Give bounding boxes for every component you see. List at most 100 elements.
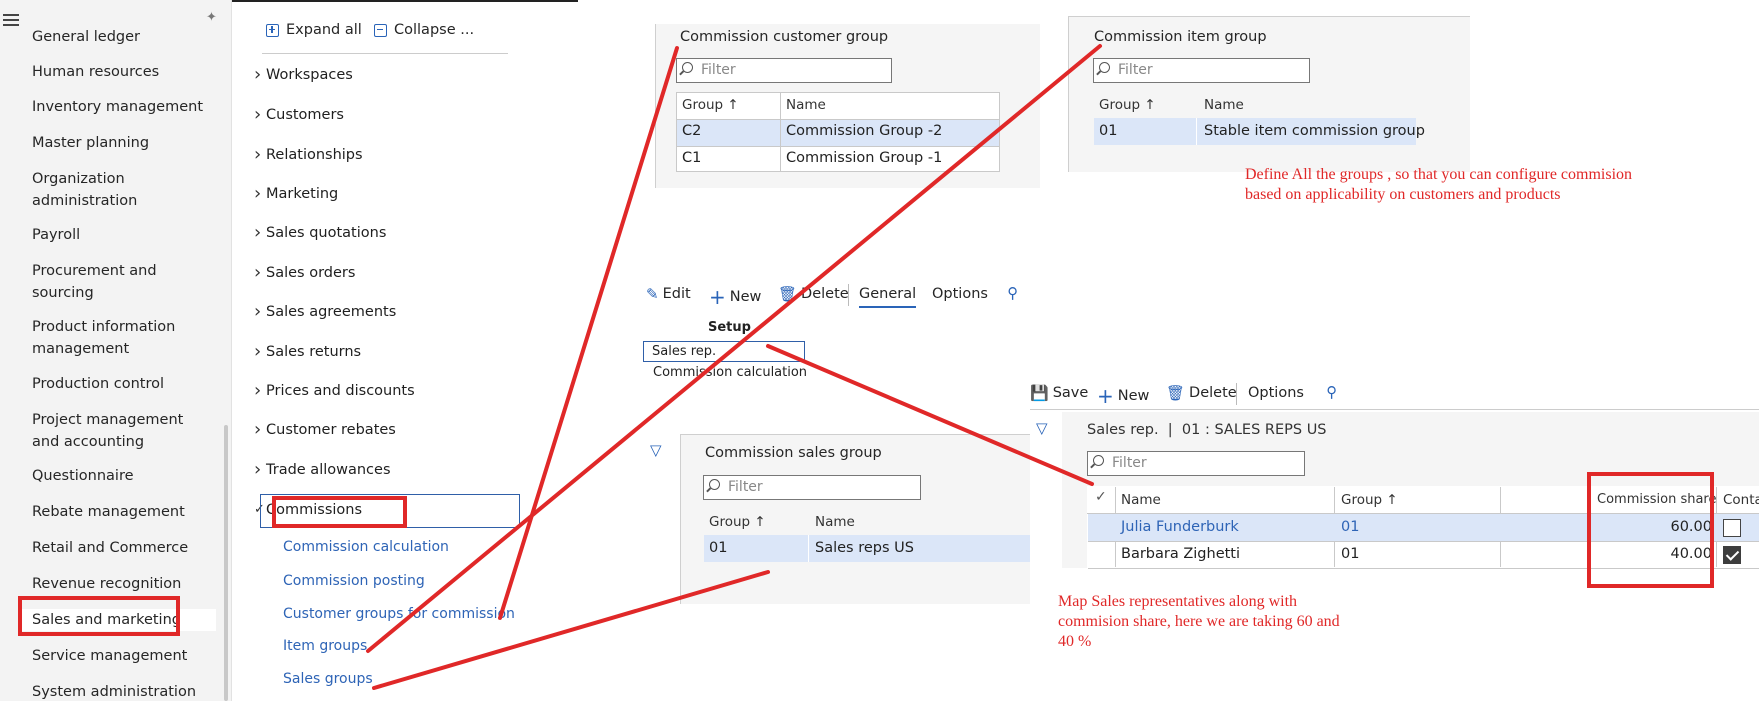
module-menu-item[interactable]: › Relationships bbox=[254, 143, 363, 167]
delete-button[interactable]: 🗑 Delete bbox=[1166, 384, 1237, 402]
panel-border bbox=[655, 24, 656, 188]
trash-icon: 🗑 bbox=[778, 285, 798, 303]
module-menu-item[interactable]: › Sales returns bbox=[254, 340, 362, 364]
nav-scrollbar[interactable] bbox=[224, 425, 228, 701]
module-menu-item[interactable]: › Sales agreements bbox=[254, 300, 396, 324]
sidebar-item[interactable]: Payroll bbox=[32, 224, 204, 246]
sidebar-item[interactable]: Production control bbox=[32, 373, 204, 395]
pencil-icon: ✎ bbox=[646, 285, 659, 303]
module-menu-item[interactable]: › Sales quotations bbox=[254, 221, 387, 245]
contact-checkbox[interactable] bbox=[1723, 546, 1741, 564]
save-button[interactable]: 💾 Save bbox=[1030, 384, 1088, 402]
collapse-all-button[interactable]: Collapse ... bbox=[374, 22, 474, 38]
module-menu-label: Sales quotations bbox=[266, 225, 387, 241]
panel-border bbox=[1068, 16, 1470, 17]
col-header-name[interactable]: Name bbox=[1204, 97, 1244, 113]
module-menu-label: Sales returns bbox=[266, 344, 362, 360]
commissions-submenu-link[interactable]: Commission calculation bbox=[283, 537, 449, 557]
sidebar-item[interactable]: Human resources bbox=[32, 61, 204, 83]
sidebar-item[interactable]: System administration bbox=[32, 681, 204, 703]
search-icon bbox=[1099, 62, 1110, 73]
module-menu-item[interactable]: › Customers bbox=[254, 103, 344, 127]
sales-rep-menu-item[interactable]: Sales rep. bbox=[643, 341, 805, 362]
sales-rep-caption: Sales rep. | 01 : SALES REPS US bbox=[1087, 422, 1327, 438]
name-cell[interactable]: Julia Funderburk bbox=[1121, 519, 1239, 535]
group-cell: 01 bbox=[1099, 123, 1118, 139]
commissions-submenu-link[interactable]: Customer groups for commission bbox=[283, 604, 515, 624]
commissions-submenu-link[interactable]: Commission posting bbox=[283, 571, 425, 591]
col-header-group[interactable]: Group ↑ bbox=[1341, 492, 1398, 508]
search-icon bbox=[682, 62, 693, 73]
commission-calculation-menu-item[interactable]: Commission calculation bbox=[653, 365, 807, 380]
sales-group-filter[interactable]: Filter bbox=[703, 475, 921, 500]
group-cell: C2 bbox=[682, 123, 702, 139]
name-cell[interactable]: Barbara Zighetti bbox=[1121, 546, 1240, 562]
search-icon[interactable]: ⚲ bbox=[1326, 383, 1337, 401]
col-header-group[interactable]: Group ↑ bbox=[682, 97, 739, 113]
group-cell: C1 bbox=[682, 150, 702, 166]
plus-icon: + bbox=[709, 285, 726, 309]
expand-all-button[interactable]: Expand all bbox=[266, 22, 362, 38]
sidebar-item[interactable]: Retail and Commerce bbox=[32, 537, 204, 559]
module-menu-label: Relationships bbox=[266, 147, 363, 163]
filter-funnel-icon[interactable]: ▽ bbox=[1036, 419, 1048, 437]
panel-border bbox=[680, 434, 681, 604]
sidebar-item[interactable]: Questionnaire bbox=[32, 465, 204, 487]
hamburger-menu-icon[interactable] bbox=[3, 14, 19, 26]
chevron-right-icon: › bbox=[254, 222, 262, 243]
chevron-right-icon: › bbox=[254, 144, 262, 165]
col-header-contact[interactable]: Contac bbox=[1723, 492, 1759, 508]
col-header-name[interactable]: Name bbox=[1121, 492, 1161, 508]
sidebar-item[interactable]: General ledger bbox=[32, 26, 204, 48]
search-icon[interactable]: ⚲ bbox=[1007, 284, 1018, 302]
col-header-name[interactable]: Name bbox=[815, 514, 855, 530]
new-button[interactable]: + New bbox=[1097, 384, 1149, 408]
panel-border bbox=[1068, 16, 1069, 172]
group-cell: 01 bbox=[1341, 546, 1360, 562]
module-menu-label: Marketing bbox=[266, 186, 339, 202]
delete-button[interactable]: 🗑 Delete bbox=[778, 285, 849, 303]
module-menu-label: Prices and discounts bbox=[266, 383, 415, 399]
setup-heading: Setup bbox=[708, 320, 751, 335]
sidebar-item[interactable]: Product information management bbox=[32, 316, 204, 360]
sidebar-item[interactable]: Inventory management bbox=[32, 96, 204, 118]
filter-funnel-icon[interactable]: ▽ bbox=[650, 441, 662, 459]
module-menu-label: Workspaces bbox=[266, 67, 353, 83]
plus-icon: + bbox=[1097, 384, 1114, 408]
row-divider bbox=[677, 146, 999, 147]
sidebar-item[interactable]: Rebate management bbox=[32, 501, 204, 523]
sidebar-item[interactable]: Revenue recognition bbox=[32, 573, 204, 595]
tab-options[interactable]: Options bbox=[1248, 385, 1304, 401]
tab-general[interactable]: General bbox=[859, 286, 917, 308]
sales-rep-filter[interactable]: Filter bbox=[1087, 451, 1305, 476]
module-menu-item[interactable]: › Sales orders bbox=[254, 261, 355, 285]
unpin-icon[interactable]: ✦ bbox=[206, 10, 222, 26]
commissions-submenu-link[interactable]: Sales groups bbox=[283, 669, 373, 689]
sidebar-item[interactable]: Master planning bbox=[32, 132, 204, 154]
edit-button[interactable]: ✎ Edit bbox=[646, 285, 691, 303]
customer-group-filter[interactable]: Filter bbox=[676, 58, 892, 83]
module-menu-item[interactable]: › Workspaces bbox=[254, 63, 353, 87]
select-all-check-icon[interactable]: ✓ bbox=[1095, 489, 1107, 505]
sidebar-item[interactable]: Service management bbox=[32, 645, 204, 667]
new-button[interactable]: + New bbox=[709, 285, 761, 309]
item-group-filter[interactable]: Filter bbox=[1093, 58, 1310, 83]
sidebar-item[interactable]: Procurement and sourcing bbox=[32, 260, 204, 304]
save-icon: 💾 bbox=[1030, 384, 1049, 402]
module-menu-item[interactable]: › Customer rebates bbox=[254, 418, 396, 442]
sidebar-item[interactable]: Project management and accounting bbox=[32, 409, 204, 453]
module-menu-item[interactable]: › Trade allowances bbox=[254, 458, 391, 482]
commissions-submenu-link[interactable]: Item groups bbox=[283, 636, 367, 656]
col-header-group[interactable]: Group ↑ bbox=[1099, 97, 1156, 113]
search-icon bbox=[1093, 455, 1104, 466]
col-header-group[interactable]: Group ↑ bbox=[709, 514, 766, 530]
reps-annotation: Map Sales representatives along with com… bbox=[1058, 593, 1340, 650]
name-cell: Commission Group -2 bbox=[786, 123, 943, 139]
module-menu-item[interactable]: › Marketing bbox=[254, 182, 339, 206]
col-header-name[interactable]: Name bbox=[786, 97, 826, 113]
contact-checkbox[interactable] bbox=[1723, 519, 1741, 537]
sidebar-item[interactable]: Organization administration bbox=[32, 168, 204, 212]
tab-options[interactable]: Options bbox=[932, 286, 988, 302]
menu-divider bbox=[262, 53, 508, 54]
module-menu-item[interactable]: › Prices and discounts bbox=[254, 379, 415, 403]
